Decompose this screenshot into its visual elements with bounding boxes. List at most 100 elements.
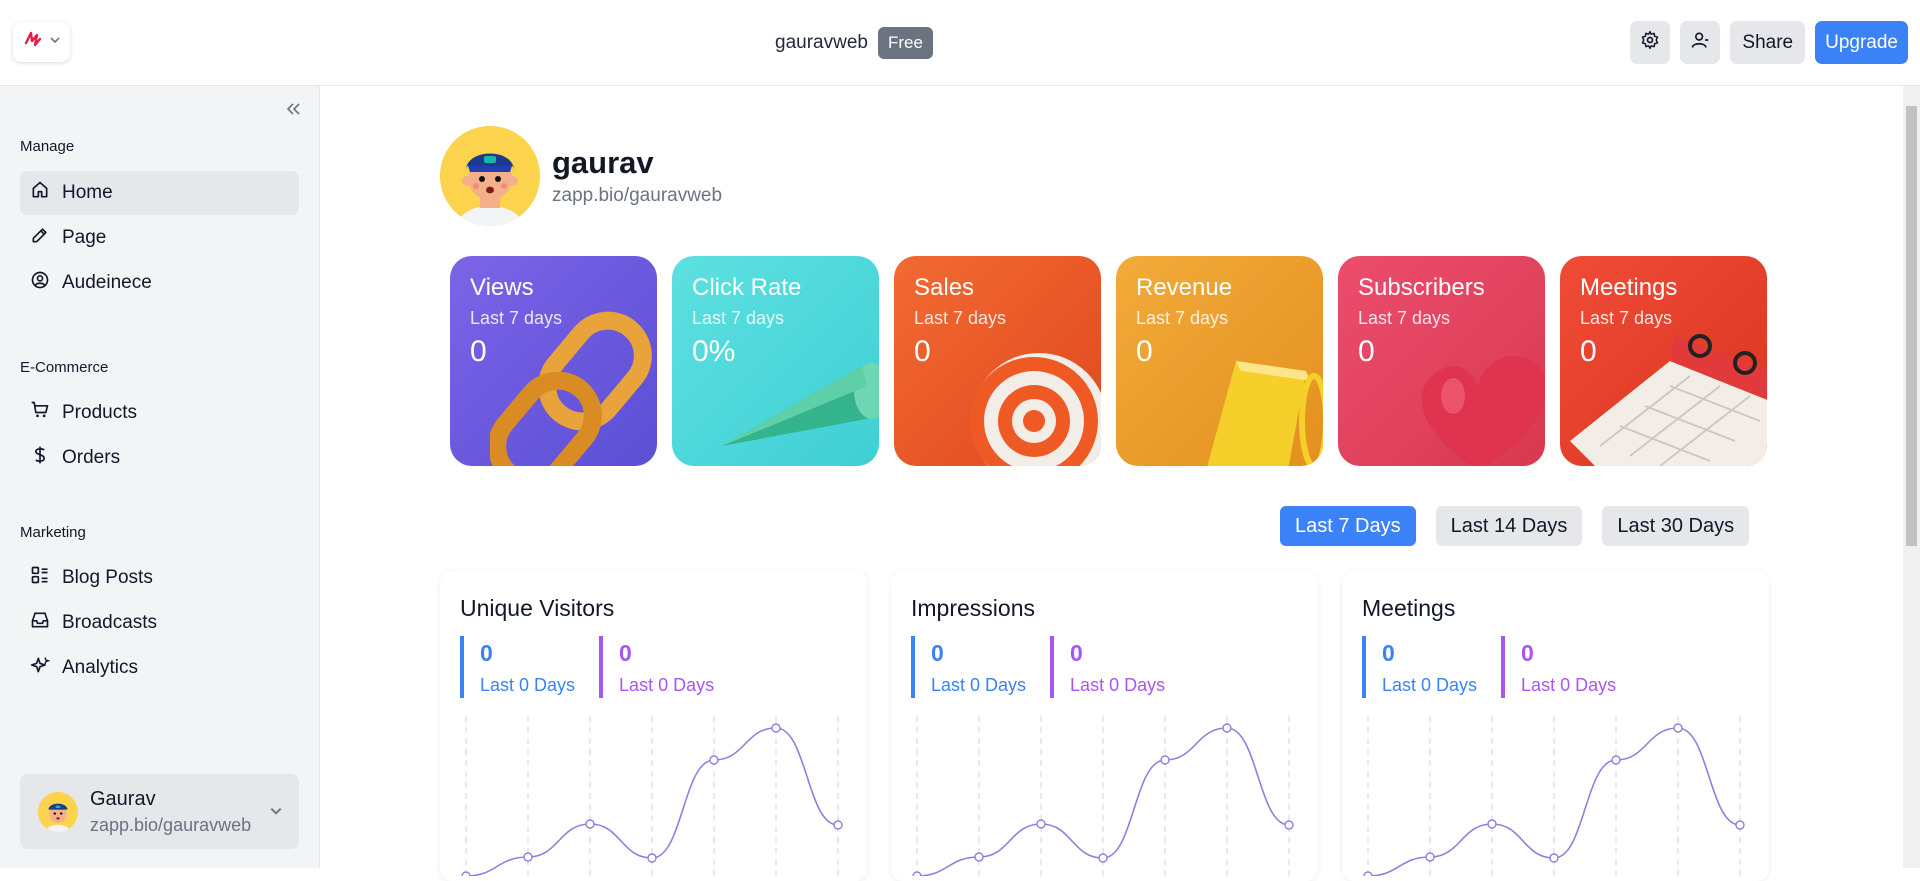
chevron-down-icon bbox=[269, 804, 283, 823]
stat-card-click-rate[interactable]: Click Rate Last 7 days 0% bbox=[672, 256, 879, 466]
sidebar-item-analytics[interactable]: Analytics bbox=[20, 646, 299, 690]
stat-card-subscribers[interactable]: Subscribers Last 7 days 0 bbox=[1338, 256, 1545, 466]
section-title-marketing: Marketing bbox=[20, 524, 86, 541]
stat-card-sales[interactable]: Sales Last 7 days 0 bbox=[894, 256, 1101, 466]
metric-label: Last 0 Days bbox=[1521, 675, 1617, 695]
chart-point bbox=[1487, 819, 1497, 829]
metric-value: 0 bbox=[619, 640, 632, 666]
scrollbar-thumb[interactable] bbox=[1906, 106, 1917, 546]
pencil-icon bbox=[30, 225, 50, 251]
chart-point bbox=[833, 820, 843, 830]
account-button[interactable] bbox=[1680, 21, 1721, 64]
metric-label: Last 0 Days bbox=[480, 675, 576, 695]
stat-card-meetings[interactable]: Meetings Last 7 days 0 bbox=[1560, 256, 1767, 466]
trend-line-chart bbox=[1363, 716, 1745, 876]
sidebar-item-orders[interactable]: Orders bbox=[20, 436, 299, 480]
chart-point bbox=[1222, 723, 1232, 733]
page-scrollbar[interactable] bbox=[1903, 86, 1920, 868]
stat-subtitle: Last 7 days bbox=[914, 308, 1007, 328]
metric-label: Last 0 Days bbox=[619, 675, 715, 695]
stat-title: Revenue bbox=[1136, 274, 1233, 301]
workspace-title: gauravweb Free bbox=[775, 26, 933, 60]
sidebar-item-page[interactable]: Page bbox=[20, 216, 299, 260]
stat-card-views[interactable]: Views Last 7 days 0 bbox=[450, 256, 657, 466]
stat-title: Click Rate bbox=[692, 274, 802, 301]
avatar bbox=[440, 126, 540, 226]
chart-point bbox=[771, 723, 781, 733]
section-title-manage: Manage bbox=[20, 138, 75, 155]
range-last-7-days[interactable]: Last 7 Days bbox=[1280, 506, 1416, 546]
sidebar-item-audience[interactable]: Audeinece bbox=[20, 261, 299, 305]
home-icon bbox=[30, 180, 50, 206]
sidebar-item-home[interactable]: Home bbox=[20, 171, 299, 215]
chart-point bbox=[709, 755, 719, 765]
stat-card-revenue[interactable]: Revenue Last 7 days 0 bbox=[1116, 256, 1323, 466]
chart-point bbox=[1284, 820, 1294, 830]
user-name: Gaurav bbox=[90, 787, 156, 810]
avatar bbox=[38, 791, 78, 832]
panel-impressions: Impressions 0 Last 0 Days 0 Last 0 Days bbox=[891, 571, 1318, 881]
profile-name: gaurav bbox=[552, 145, 654, 180]
chart-point bbox=[974, 852, 984, 862]
date-range-selector: Last 7 Days Last 14 Days Last 30 Days bbox=[1280, 506, 1750, 546]
stat-value: 0 bbox=[470, 335, 487, 368]
chart-series-line bbox=[912, 727, 1290, 876]
metric-current: 0 Last 0 Days bbox=[460, 636, 575, 698]
sparkle-icon bbox=[30, 655, 51, 681]
chart-point bbox=[1425, 852, 1435, 862]
stat-subtitle: Last 7 days bbox=[1580, 308, 1673, 328]
top-bar: gauravweb Free Share Upgrade bbox=[0, 0, 1920, 86]
double-chevron-left-icon bbox=[285, 102, 301, 121]
workspace-switcher[interactable] bbox=[13, 22, 70, 62]
dollar-icon bbox=[30, 445, 50, 471]
range-last-14-days[interactable]: Last 14 Days bbox=[1435, 506, 1583, 546]
profile-header: gaurav zapp.bio/gauravweb bbox=[440, 126, 722, 226]
layout-icon bbox=[30, 565, 50, 591]
stat-title: Meetings bbox=[1580, 274, 1678, 301]
user-circle-icon bbox=[30, 270, 50, 296]
chart-series-line bbox=[1363, 727, 1741, 876]
metric-current: 0 Last 0 Days bbox=[911, 636, 1026, 698]
chart-point bbox=[1735, 820, 1745, 830]
panel-title: Impressions bbox=[911, 595, 1035, 621]
chart-point bbox=[1549, 853, 1559, 863]
panel-unique-visitors: Unique Visitors 0 Last 0 Days 0 Last 0 D… bbox=[440, 571, 867, 881]
metric-label: Last 0 Days bbox=[931, 675, 1027, 695]
share-button[interactable]: Share bbox=[1730, 21, 1806, 64]
trend-line-chart bbox=[461, 716, 843, 876]
sidebar-item-label: Broadcasts bbox=[62, 612, 158, 633]
sidebar-item-broadcasts[interactable]: Broadcasts bbox=[20, 601, 299, 645]
panel-title: Meetings bbox=[1362, 595, 1456, 621]
stat-value: 0 bbox=[1580, 335, 1597, 368]
sidebar-item-label: Audeinece bbox=[62, 272, 152, 293]
user-icon bbox=[1690, 30, 1710, 55]
stat-value: 0 bbox=[1136, 335, 1153, 368]
sidebar-item-label: Home bbox=[62, 182, 113, 203]
section-title-ecommerce: E-Commerce bbox=[20, 359, 109, 376]
sidebar-item-blog-posts[interactable]: Blog Posts bbox=[20, 556, 299, 600]
stat-title: Views bbox=[470, 274, 534, 301]
range-last-30-days[interactable]: Last 30 Days bbox=[1602, 506, 1750, 546]
upgrade-button[interactable]: Upgrade bbox=[1815, 21, 1908, 64]
stat-subtitle: Last 7 days bbox=[470, 308, 563, 328]
stat-value: 0 bbox=[914, 335, 931, 368]
metric-value: 0 bbox=[931, 640, 944, 666]
metric-previous: 0 Last 0 Days bbox=[599, 636, 714, 698]
metric-label: Last 0 Days bbox=[1070, 675, 1166, 695]
chart-point bbox=[1036, 819, 1046, 829]
panel-meetings: Meetings 0 Last 0 Days 0 Last 0 Days bbox=[1342, 571, 1769, 881]
collapse-sidebar-button[interactable] bbox=[282, 100, 304, 122]
sidebar-item-products[interactable]: Products bbox=[20, 391, 299, 435]
sidebar-item-label: Page bbox=[62, 227, 107, 248]
chevron-down-icon bbox=[49, 33, 61, 51]
user-menu[interactable]: Gaurav zapp.bio/gauravweb bbox=[20, 774, 299, 849]
stat-title: Sales bbox=[914, 274, 975, 301]
metric-value: 0 bbox=[1070, 640, 1083, 666]
settings-button[interactable] bbox=[1630, 21, 1671, 64]
stat-title: Subscribers bbox=[1358, 274, 1485, 301]
cart-icon bbox=[30, 400, 50, 426]
sidebar: Manage Home Page Audeinece E-Commerce Pr… bbox=[0, 86, 320, 868]
top-actions: Share Upgrade bbox=[1630, 21, 1908, 64]
stat-value: 0% bbox=[692, 335, 736, 368]
inbox-icon bbox=[30, 610, 50, 636]
